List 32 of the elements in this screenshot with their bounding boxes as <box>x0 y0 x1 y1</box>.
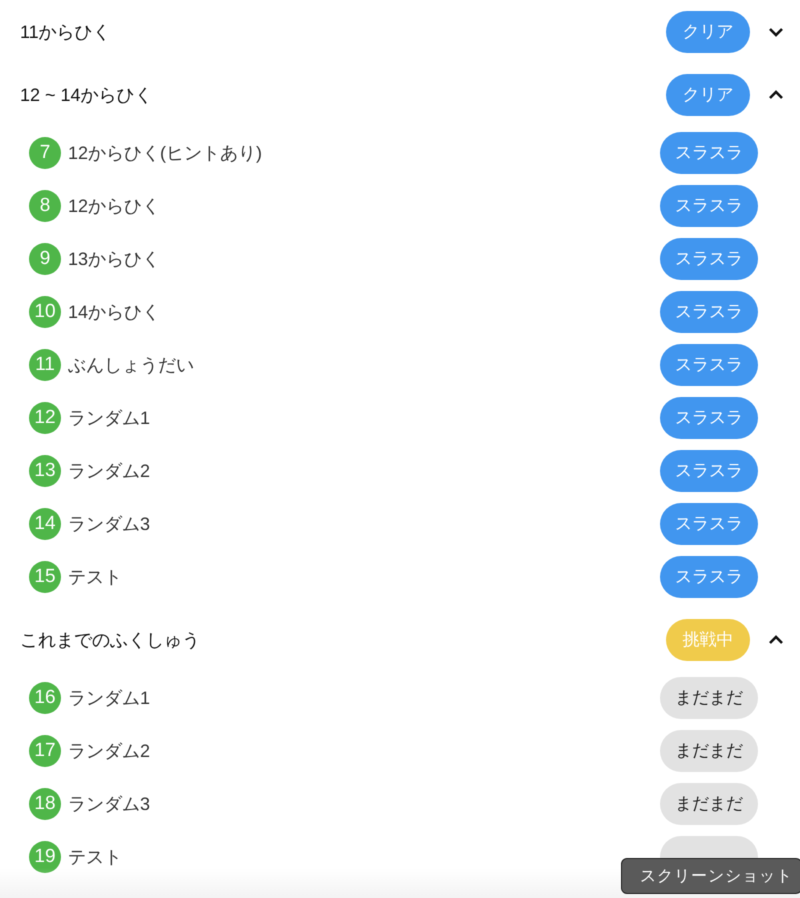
lesson-title[interactable]: ランダム1 <box>68 406 660 430</box>
status-button[interactable]: まだまだ <box>660 676 758 718</box>
lesson-title[interactable]: ランダム1 <box>68 686 660 710</box>
lesson-title[interactable]: ぶんしょうだい <box>68 352 660 376</box>
number-badge: 12 <box>29 402 61 434</box>
lesson-title[interactable]: ランダム2 <box>68 738 660 762</box>
number-badge: 11 <box>29 348 61 380</box>
number-badge: 13 <box>29 454 61 486</box>
number-badge: 17 <box>29 734 61 766</box>
section-title: 11からひく <box>20 20 112 44</box>
tooltip: スクリーンショット <box>621 858 800 894</box>
number-badge: 16 <box>29 682 61 714</box>
lesson-title[interactable]: 13からひく <box>68 246 660 270</box>
number-badge: 10 <box>29 296 61 328</box>
number-badge: 9 <box>29 242 61 274</box>
lesson-title[interactable]: ランダム2 <box>68 458 660 482</box>
lesson-title[interactable]: テスト <box>68 564 660 588</box>
lesson-title[interactable]: ランダム3 <box>68 512 660 536</box>
number-badge: 19 <box>29 840 61 872</box>
number-badge: 18 <box>29 788 61 820</box>
section-title: これまでのふくしゅう <box>20 628 201 652</box>
number-badge: 14 <box>29 508 61 540</box>
number-badge: 8 <box>29 190 61 222</box>
lesson-title[interactable]: 14からひく <box>68 300 660 324</box>
lesson-title[interactable]: 12からひく(ヒントあり) <box>68 140 660 164</box>
number-badge: 7 <box>29 136 61 168</box>
number-badge: 15 <box>29 560 61 592</box>
lesson-title[interactable]: 12からひく <box>68 194 660 218</box>
section-title: 12 ~ 14からひく <box>20 84 154 106</box>
status-button[interactable]: まだまだ <box>660 730 758 772</box>
lesson-title[interactable]: ランダム3 <box>68 792 660 816</box>
status-button[interactable]: まだまだ <box>660 782 758 824</box>
